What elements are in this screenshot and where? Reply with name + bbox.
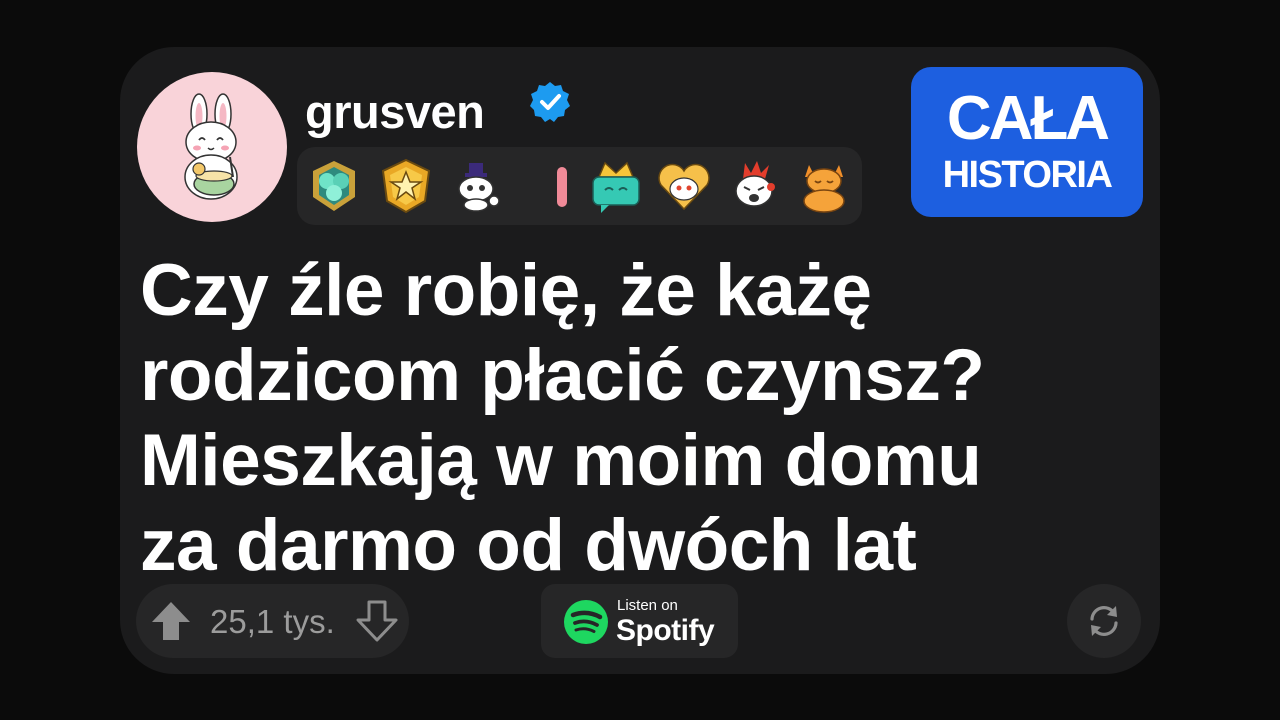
gem-trophy-badge: [313, 161, 355, 211]
pink-pill-badge: [557, 167, 567, 207]
vote-count: 25,1 tys.: [210, 603, 335, 640]
heart-snoo-badge: [658, 163, 710, 211]
username[interactable]: grusven: [305, 82, 485, 142]
full-story-line1: CAŁA: [946, 84, 1110, 153]
full-story-button[interactable]: CAŁA HISTORIA: [911, 67, 1143, 217]
post-title-line: za darmo od dwóch lat: [140, 505, 917, 586]
award-badges-bar: [297, 147, 862, 225]
refresh-button[interactable]: [1067, 584, 1141, 658]
refresh-arrows-icon: [1090, 606, 1118, 636]
upvote-arrow-icon[interactable]: [148, 598, 194, 644]
bunny-avatar-icon: [184, 93, 238, 200]
fire-snoo-badge: [735, 161, 775, 207]
post-title: Czy źle robię, że każę rodzicom płacić c…: [140, 248, 1140, 588]
spotify-logo-icon: [564, 600, 608, 644]
post-title-line: Mieszkają w moim domu: [140, 420, 982, 501]
post-title-line: Czy źle robię, że każę: [140, 250, 872, 331]
snoo-hat-badge: [458, 163, 500, 212]
crown-chat-badge: [592, 161, 640, 213]
user-avatar[interactable]: [137, 72, 287, 222]
spotify-brand-text: Spotify: [616, 614, 715, 647]
spotify-button[interactable]: Listen on Spotify: [541, 584, 738, 658]
downvote-arrow-icon[interactable]: [354, 598, 400, 644]
vote-bar: 25,1 tys.: [136, 584, 409, 658]
post-title-line: rodzicom płacić czynsz?: [140, 335, 985, 416]
star-shield-badge: [381, 158, 431, 214]
meditating-cat-badge: [803, 165, 845, 213]
verified-check-icon: [530, 82, 570, 122]
full-story-line2: HISTORIA: [942, 154, 1113, 196]
spotify-listen-on: Listen on: [617, 597, 678, 614]
